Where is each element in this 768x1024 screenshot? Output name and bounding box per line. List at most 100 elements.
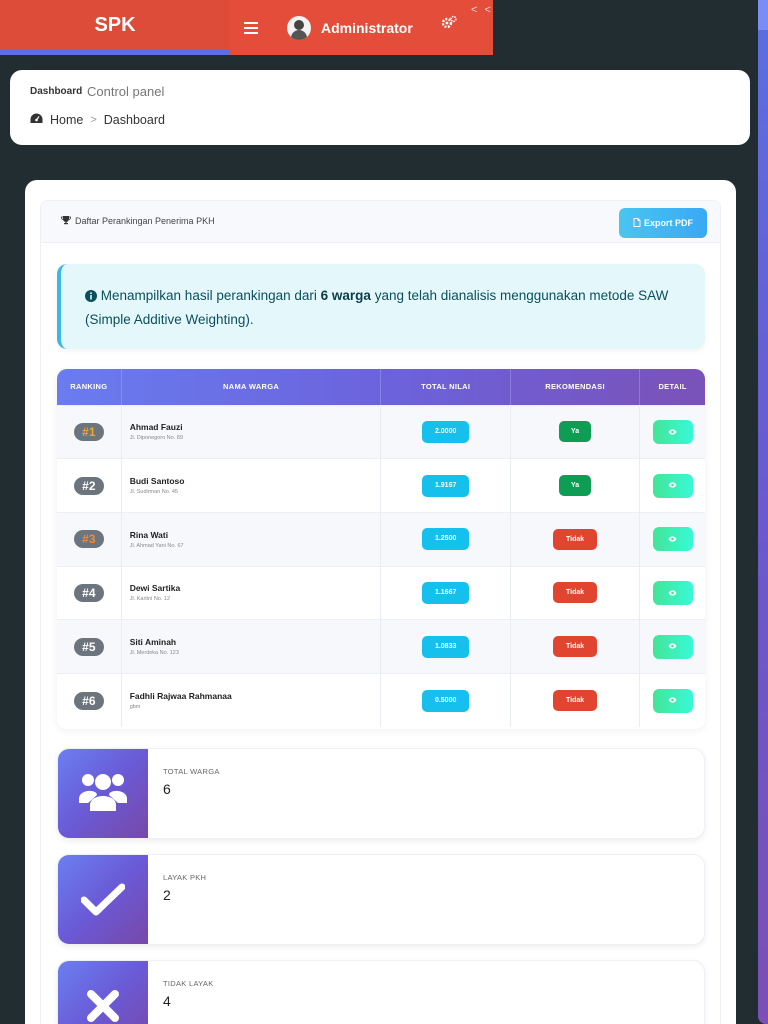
stat-label: LAYAK PKH	[163, 873, 207, 882]
eye-icon	[668, 481, 677, 490]
rank-badge: #5	[73, 637, 104, 656]
warga-address: Jl. Diponegoro No. 89	[129, 435, 183, 442]
table-row: #2 Budi Santoso Jl. Sudirman No. 45 1.9167 Y…	[57, 458, 705, 513]
rank-badge: #2	[73, 476, 104, 495]
stat-card-total-warga: TOTAL WARGA 6	[57, 748, 705, 839]
stat-label: TIDAK LAYAK	[163, 979, 214, 988]
table-row: #4 Dewi Sartika Jl. Kartini No. 12 1.1667 Ti…	[57, 565, 705, 620]
table-row: #5 Siti Aminah Jl. Merdeka No. 123 1.0833 Ti…	[57, 619, 705, 674]
file-pdf-icon	[633, 217, 641, 229]
trophy-icon	[61, 215, 71, 227]
detail-button[interactable]	[652, 527, 693, 552]
stat-label: TOTAL WARGA	[163, 767, 220, 776]
detail-cell	[639, 565, 705, 620]
stat-value: 2	[163, 887, 171, 903]
detail-cell	[639, 672, 705, 728]
col-nama-warga: NAMA WARGA	[121, 369, 382, 405]
warga-name: Rina Wati	[129, 529, 169, 540]
recommendation-badge: Tidak	[553, 636, 598, 658]
name-cell: Rina Wati Jl. Ahmad Yani No. 67	[121, 511, 382, 567]
page-subtitle: Control panel	[87, 84, 165, 99]
panel-header: Daftar Perankingan Penerima PKH Export P…	[41, 201, 720, 243]
export-pdf-label: Export PDF	[643, 218, 693, 228]
name-cell: Dewi Sartika Jl. Kartini No. 12	[121, 565, 382, 620]
main-content-card: Daftar Perankingan Penerima PKH Export P…	[25, 180, 736, 1024]
check-icon	[58, 855, 148, 944]
breadcrumb-home[interactable]: Home	[50, 113, 83, 127]
score-cell: 1.1667	[380, 565, 511, 620]
bars-icon[interactable]	[230, 21, 272, 34]
app-logo[interactable]: SPK	[0, 0, 230, 50]
detail-cell	[639, 458, 705, 513]
warga-name: Siti Aminah	[129, 637, 177, 648]
recommendation-badge: Ya	[559, 475, 592, 497]
rank-cell: #3	[57, 511, 122, 567]
score-badge: 1.2500	[422, 528, 470, 551]
gears-icon[interactable]	[441, 15, 457, 33]
detail-button[interactable]	[652, 580, 693, 605]
rank-cell: #6	[57, 672, 122, 728]
info-circle-icon	[85, 287, 97, 309]
col-total-nilai: TOTAL NILAI	[380, 369, 511, 405]
right-scroll-accent	[758, 0, 768, 1024]
warga-address: Jl. Merdeka No. 123	[129, 650, 179, 657]
detail-button[interactable]	[652, 473, 693, 498]
recommendation-cell: Ya	[510, 458, 641, 513]
detail-button[interactable]	[652, 634, 693, 659]
warga-address: gbm	[129, 704, 141, 711]
eye-icon	[668, 534, 677, 543]
warga-address: Jl. Kartini No. 12	[129, 596, 171, 603]
info-alert: Menampilkan hasil perankingan dari 6 war…	[57, 264, 705, 349]
collapse-toggle[interactable]: < <	[471, 4, 493, 16]
recommendation-cell: Ya	[510, 404, 641, 459]
recommendation-badge: Ya	[559, 421, 592, 443]
rank-badge: #1	[73, 422, 104, 441]
score-badge: 1.9167	[422, 474, 470, 497]
name-cell: Siti Aminah Jl. Merdeka No. 123	[121, 619, 382, 674]
score-badge: 2.0000	[422, 420, 470, 443]
eye-icon	[668, 642, 677, 651]
score-cell: 2.0000	[380, 404, 511, 459]
panel-title: Daftar Perankingan Penerima PKH	[61, 215, 215, 227]
detail-button[interactable]	[652, 419, 693, 444]
dashboard-icon	[30, 113, 43, 127]
col-ranking: RANKING	[57, 369, 122, 405]
info-text-prefix: Menampilkan hasil perankingan dari	[100, 288, 321, 303]
warga-address: Jl. Sudirman No. 45	[129, 489, 178, 496]
page-title: Dashboard	[30, 86, 83, 97]
user-name[interactable]: Administrator	[321, 20, 413, 36]
name-cell: Ahmad Fauzi Jl. Diponegoro No. 89	[121, 404, 382, 459]
recommendation-badge: Tidak	[553, 528, 598, 550]
table-row: #3 Rina Wati Jl. Ahmad Yani No. 67 1.2500 Ti…	[57, 511, 705, 567]
score-cell: 1.2500	[380, 511, 511, 567]
eye-icon	[668, 588, 677, 597]
score-badge: 1.0833	[422, 635, 470, 658]
rank-cell: #5	[57, 619, 122, 674]
detail-cell	[639, 511, 705, 567]
export-pdf-button[interactable]: Export PDF	[619, 208, 707, 238]
warga-name: Budi Santoso	[129, 476, 185, 487]
rank-cell: #4	[57, 565, 122, 620]
score-badge: 1.1667	[422, 581, 470, 604]
col-detail: DETAIL	[658, 382, 687, 392]
user-avatar[interactable]	[287, 15, 311, 40]
rank-cell: #1	[57, 404, 122, 459]
recommendation-cell: Tidak	[510, 619, 641, 674]
score-badge: 0.5000	[422, 689, 470, 712]
table-row: #1 Ahmad Fauzi Jl. Diponegoro No. 89 2.0000…	[57, 404, 705, 459]
users-icon	[58, 749, 148, 838]
detail-button[interactable]	[652, 688, 693, 713]
score-cell: 1.9167	[380, 458, 511, 513]
stat-card-layak-pkh: LAYAK PKH 2	[57, 854, 705, 945]
detail-cell	[639, 404, 705, 459]
score-cell: 0.5000	[380, 672, 511, 728]
detail-cell	[639, 619, 705, 674]
content-header: Dashboard Control panel Home > Dashboard	[10, 70, 750, 145]
ranking-table: RANKING NAMA WARGA TOTAL NILAI REKOMENDA…	[57, 369, 705, 729]
stat-value: 4	[163, 993, 171, 1009]
breadcrumb-current: Dashboard	[103, 113, 165, 127]
name-cell: Fadhli Rajwaa Rahmanaa gbm	[121, 672, 382, 728]
recommendation-cell: Tidak	[510, 672, 641, 728]
score-cell: 1.0833	[380, 619, 511, 674]
name-cell: Budi Santoso Jl. Sudirman No. 45	[121, 458, 382, 513]
